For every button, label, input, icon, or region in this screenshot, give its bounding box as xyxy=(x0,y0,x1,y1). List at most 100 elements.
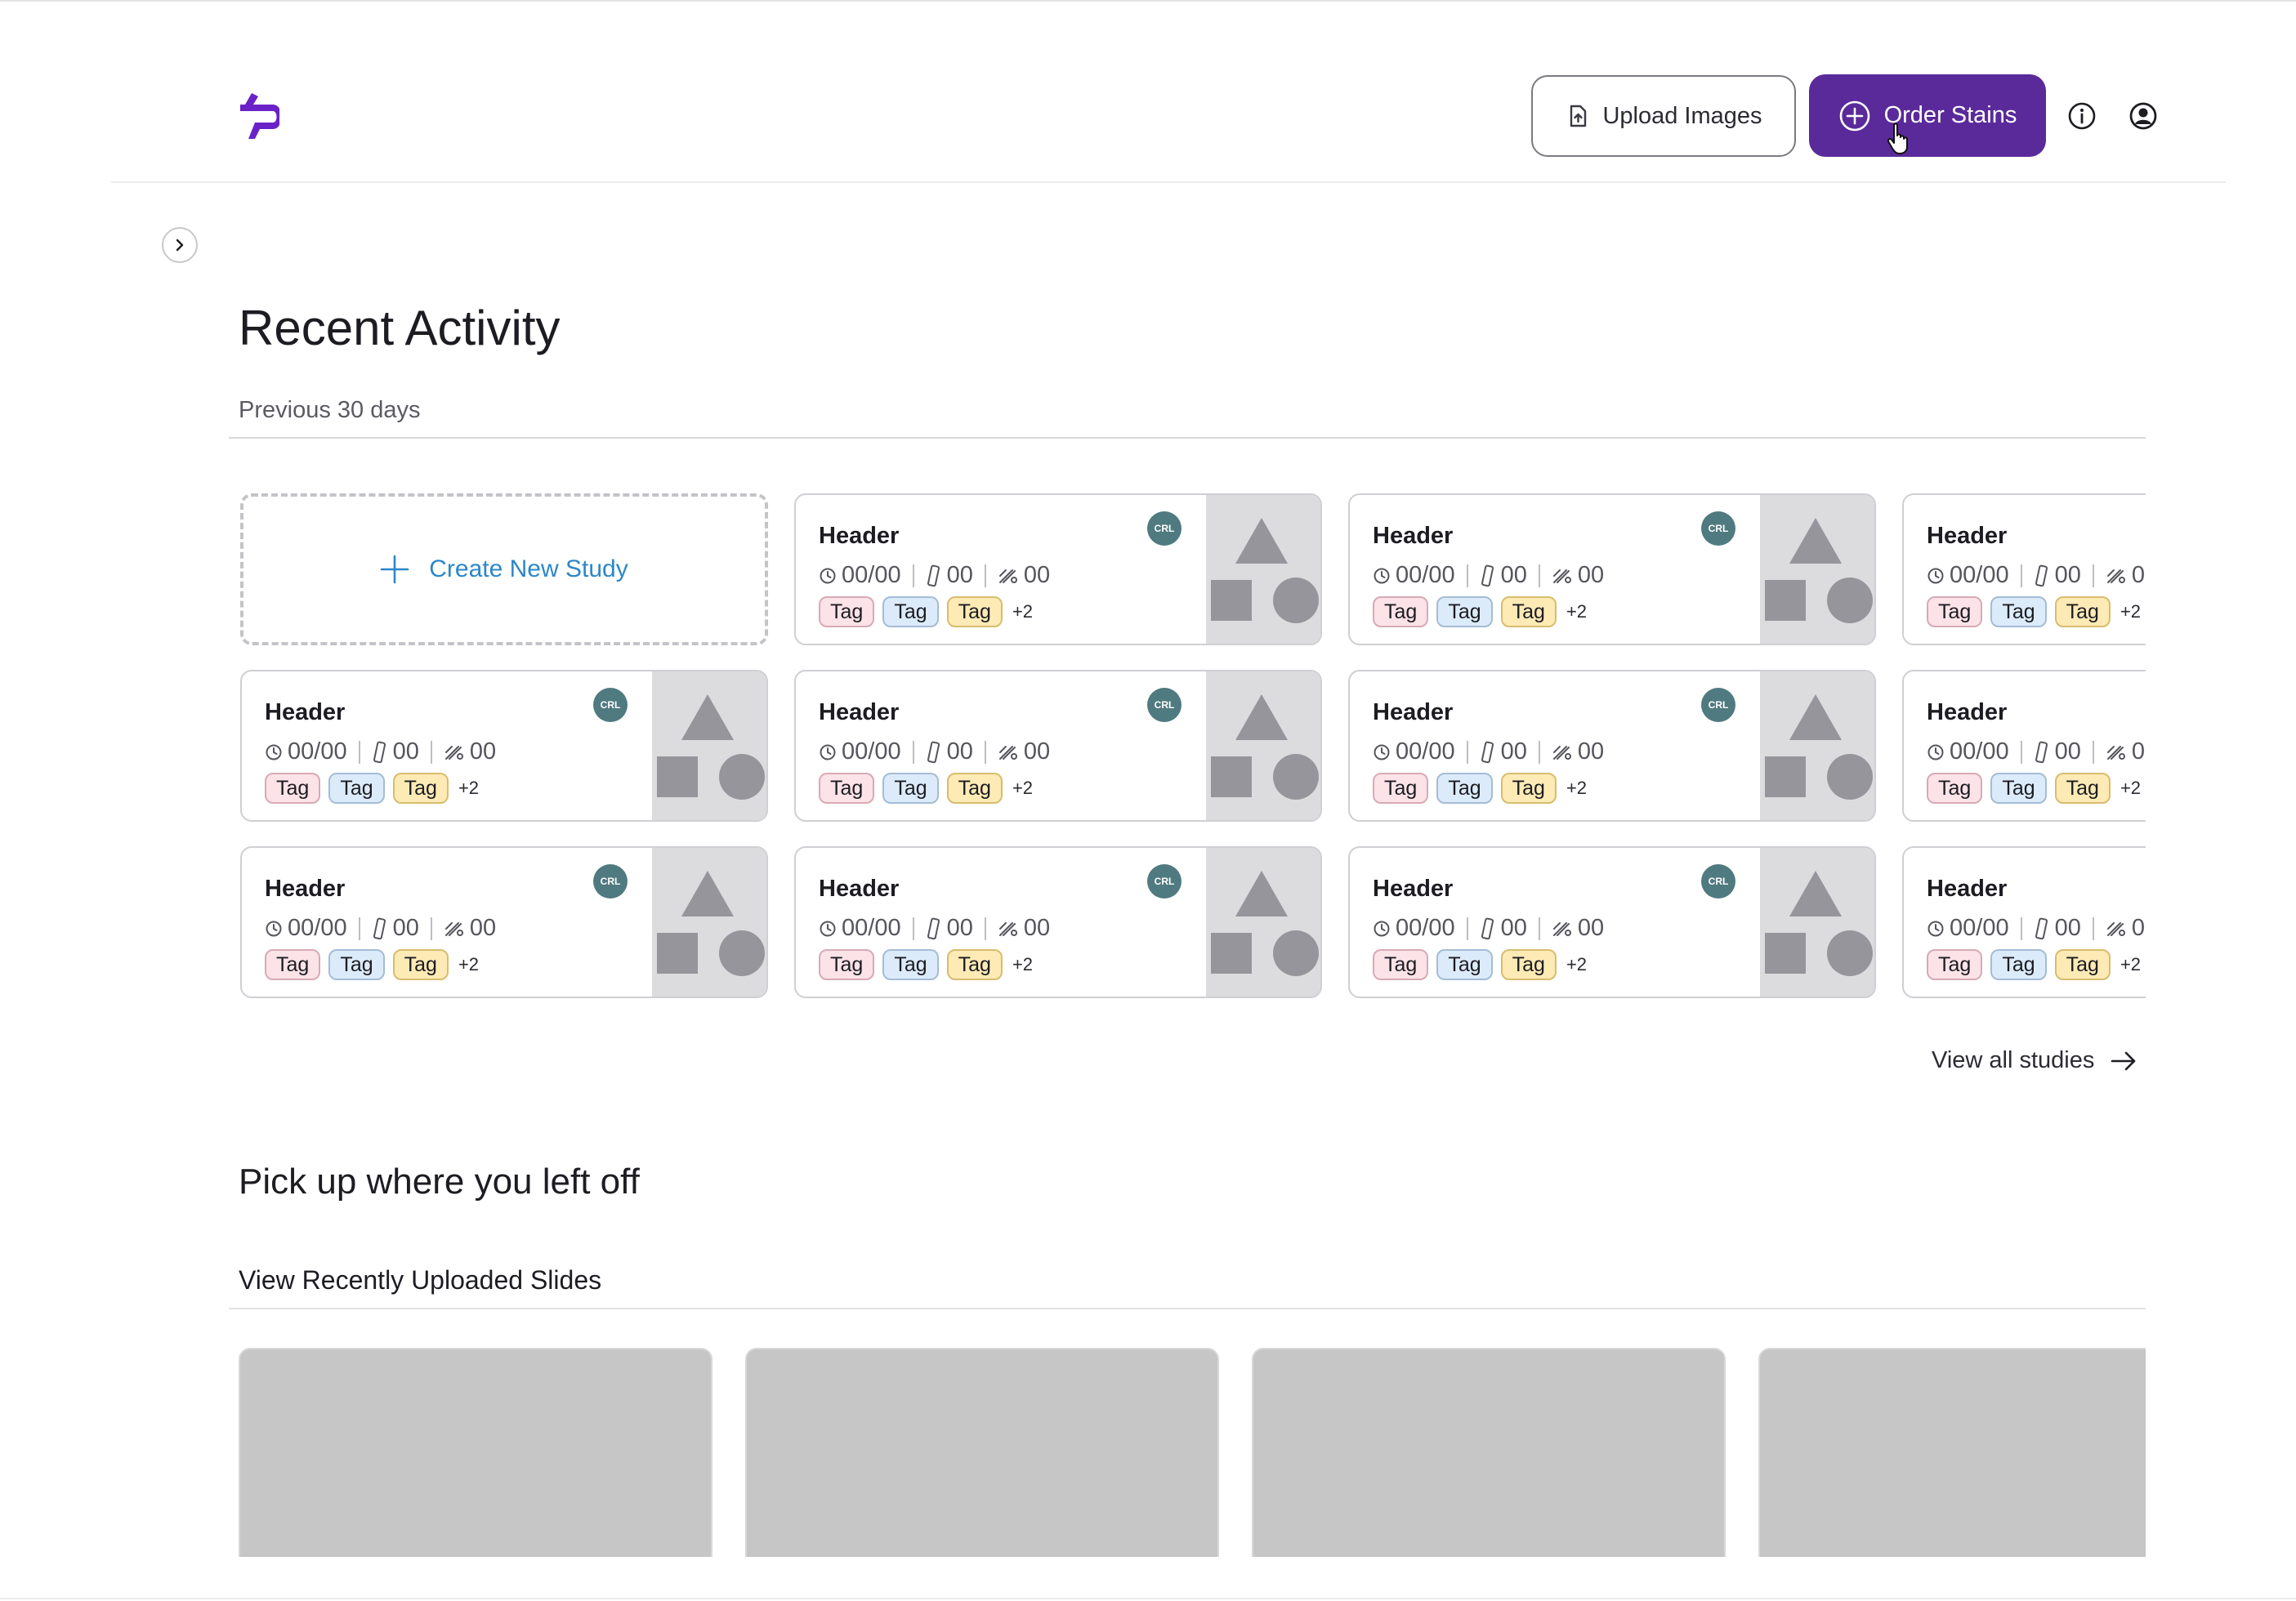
tag-list: Tag Tag Tag +2 xyxy=(1373,596,1587,627)
slide-count: 00 xyxy=(1500,562,1527,588)
study-card-meta: 00/00 00 00 xyxy=(819,738,1050,765)
tag-chip: Tag xyxy=(1436,773,1493,804)
tag-list: Tag Tag Tag +2 xyxy=(819,773,1033,804)
study-card[interactable]: Header CRL 00/00 00 00 Tag Tag Tag +2 xyxy=(1348,493,1876,645)
info-button[interactable] xyxy=(2066,100,2098,132)
study-card[interactable]: Header CRL 00/00 00 00 Tag Tag Tag +2 xyxy=(240,846,768,998)
header-divider xyxy=(111,181,2226,183)
meta-separator xyxy=(430,740,432,764)
profile-button[interactable] xyxy=(2127,100,2160,132)
upload-file-icon xyxy=(1570,105,1587,127)
tag-chip: Tag xyxy=(2054,596,2111,627)
slide-icon xyxy=(927,917,940,939)
study-card[interactable]: Header CRL 00/00 00 00 Tag Tag Tag +2 xyxy=(794,846,1322,998)
study-thumbnail xyxy=(652,671,766,820)
study-card[interactable]: Header CRL 00/00 00 00 Tag Tag Tag +2 xyxy=(240,670,768,822)
study-card-meta: 00/00 00 00 xyxy=(265,738,496,765)
more-tags-count: +2 xyxy=(2120,778,2142,798)
meta-separator xyxy=(2020,740,2022,764)
meta-separator xyxy=(984,564,986,587)
slide-thumbnail[interactable] xyxy=(1252,1348,1726,1557)
more-tags-count: +2 xyxy=(1566,601,1588,622)
study-date: 00/00 xyxy=(1950,738,2009,765)
stain-count: 00 xyxy=(1577,915,1605,941)
stain-icon xyxy=(1552,921,1571,936)
study-date: 00/00 xyxy=(288,915,347,941)
stain-count: 00 xyxy=(2131,915,2146,941)
study-card[interactable]: Header CRL 00/00 00 00 Tag Tag Tag +2 xyxy=(1348,846,1876,998)
recent-slides-divider xyxy=(229,1308,2146,1309)
clock-icon xyxy=(1374,744,1390,760)
app-logo[interactable] xyxy=(237,91,279,140)
clock-icon xyxy=(820,921,836,936)
study-date: 00/00 xyxy=(1396,562,1455,588)
tag-chip: Tag xyxy=(1436,949,1493,980)
meta-separator xyxy=(1538,916,1540,940)
study-card[interactable]: Header CRL 00/00 00 00 Tag Tag Tag +2 xyxy=(1902,846,2146,998)
owner-avatar: CRL xyxy=(593,864,628,899)
meta-separator xyxy=(358,916,360,940)
tag-chip: Tag xyxy=(882,773,939,804)
slide-count: 00 xyxy=(946,738,973,765)
study-card-meta: 00/00 00 00 xyxy=(819,562,1050,589)
owner-avatar: CRL xyxy=(593,688,628,722)
slide-count: 00 xyxy=(1500,915,1527,941)
slide-count: 00 xyxy=(946,562,973,588)
study-card-title: Header xyxy=(265,699,346,725)
tag-chip: Tag xyxy=(1990,773,2047,804)
meta-separator xyxy=(1466,564,1468,587)
meta-separator xyxy=(912,916,914,940)
tag-chip: Tag xyxy=(265,949,321,980)
hand-cursor-icon xyxy=(1887,123,1908,154)
order-stains-button[interactable]: Order Stains xyxy=(1809,74,2046,157)
study-thumbnail xyxy=(1760,671,1874,820)
study-card-meta: 00/00 00 00 xyxy=(819,915,1050,942)
owner-avatar: CRL xyxy=(1147,511,1182,546)
tag-chip: Tag xyxy=(1500,773,1557,804)
recent-slides-row xyxy=(229,1348,2146,1557)
slide-thumbnail[interactable] xyxy=(1758,1348,2146,1557)
meta-separator xyxy=(2092,916,2094,940)
slide-count: 00 xyxy=(2054,915,2081,941)
study-date: 00/00 xyxy=(1396,915,1455,941)
tag-chip: Tag xyxy=(1500,596,1557,627)
owner-avatar: CRL xyxy=(1147,688,1182,722)
upload-images-button[interactable]: Upload Images xyxy=(1531,75,1796,157)
study-card[interactable]: Header CRL 00/00 00 00 Tag Tag Tag +2 xyxy=(1902,670,2146,822)
stain-icon xyxy=(444,745,463,760)
create-new-study-label: Create New Study xyxy=(429,555,628,582)
study-card[interactable]: Header CRL 00/00 00 00 Tag Tag Tag +2 xyxy=(1348,670,1876,822)
stain-icon xyxy=(998,745,1017,760)
tag-chip: Tag xyxy=(265,773,321,804)
study-card-title: Header xyxy=(1373,699,1454,725)
study-card-meta: 00/00 00 00 xyxy=(1373,738,1604,765)
tag-chip: Tag xyxy=(882,596,939,627)
study-card[interactable]: Header CRL 00/00 00 00 Tag Tag Tag +2 xyxy=(1902,493,2146,645)
slide-thumbnail[interactable] xyxy=(745,1348,1219,1557)
more-tags-count: +2 xyxy=(1012,601,1034,622)
study-card-title: Header xyxy=(1927,876,2008,902)
recent-activity-title: Recent Activity xyxy=(239,301,561,355)
study-date: 00/00 xyxy=(842,562,901,588)
pick-up-title: Pick up where you left off xyxy=(239,1162,640,1202)
tag-chip: Tag xyxy=(1990,949,2047,980)
study-card[interactable]: Header CRL 00/00 00 00 Tag Tag Tag +2 xyxy=(794,493,1322,645)
slide-icon xyxy=(2035,564,2048,586)
study-card[interactable]: Header CRL 00/00 00 00 Tag Tag Tag +2 xyxy=(794,670,1322,822)
study-date: 00/00 xyxy=(1950,562,2009,588)
tag-chip: Tag xyxy=(1500,949,1557,980)
clock-icon xyxy=(1374,568,1390,583)
slide-thumbnail[interactable] xyxy=(239,1348,712,1557)
more-tags-count: +2 xyxy=(1012,778,1034,798)
meta-separator xyxy=(912,740,914,764)
create-new-study-button[interactable]: Create New Study xyxy=(240,493,768,645)
study-date: 00/00 xyxy=(1950,915,2009,941)
owner-avatar: CRL xyxy=(1701,864,1735,899)
stain-count: 00 xyxy=(1023,562,1051,588)
upload-images-label: Upload Images xyxy=(1602,102,1762,129)
sidebar-expand-button[interactable] xyxy=(162,227,198,263)
tag-list: Tag Tag Tag +2 xyxy=(265,949,479,980)
meta-separator xyxy=(2020,916,2022,940)
stain-icon xyxy=(998,921,1017,936)
view-all-studies-link[interactable]: View all studies xyxy=(1932,1047,2137,1074)
